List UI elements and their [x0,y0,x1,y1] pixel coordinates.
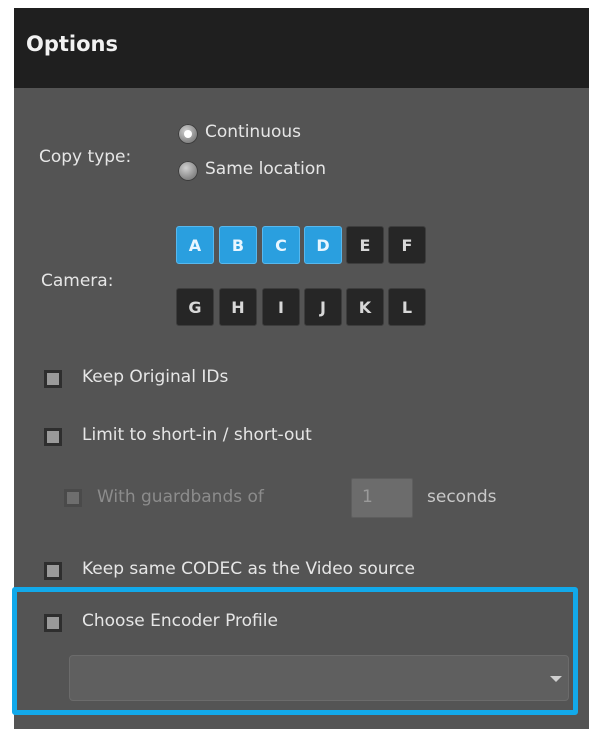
keep-codec-label[interactable]: Keep same CODEC as the Video source [82,559,415,579]
camera-button-c[interactable]: C [262,226,300,264]
camera-button-k[interactable]: K [346,288,384,326]
guardbands-checkbox[interactable] [64,489,82,507]
copy-type-label: Copy type: [39,147,132,167]
keep-original-ids-checkbox[interactable] [44,370,62,388]
radio-continuous[interactable] [178,124,198,144]
camera-button-a[interactable]: A [176,226,214,264]
camera-button-d[interactable]: D [304,226,342,264]
encoder-profile-checkbox[interactable] [44,614,62,632]
camera-button-h[interactable]: H [219,288,257,326]
camera-button-e[interactable]: E [346,226,384,264]
guardbands-prefix-label: With guardbands of [97,487,264,507]
keep-original-ids-label[interactable]: Keep Original IDs [82,367,228,387]
camera-button-g[interactable]: G [176,288,214,326]
options-header: Options [14,8,589,88]
radio-continuous-label[interactable]: Continuous [205,122,301,142]
radio-same-location[interactable] [178,161,198,181]
camera-button-j[interactable]: J [304,288,342,326]
chevron-down-icon[interactable] [550,676,562,682]
radio-same-location-label[interactable]: Same location [205,159,326,179]
guardbands-suffix-label: seconds [427,487,497,507]
limit-short-label[interactable]: Limit to short-in / short-out [82,425,312,445]
camera-button-l[interactable]: L [388,288,426,326]
limit-short-checkbox[interactable] [44,428,62,446]
keep-codec-checkbox[interactable] [44,562,62,580]
camera-button-i[interactable]: I [262,288,300,326]
encoder-profile-label[interactable]: Choose Encoder Profile [82,611,278,631]
guardbands-seconds-input[interactable]: 1 [351,478,413,518]
camera-label: Camera: [41,271,114,291]
camera-button-b[interactable]: B [219,226,257,264]
page-title: Options [26,32,118,56]
camera-button-f[interactable]: F [388,226,426,264]
encoder-profile-dropdown[interactable] [69,655,569,701]
